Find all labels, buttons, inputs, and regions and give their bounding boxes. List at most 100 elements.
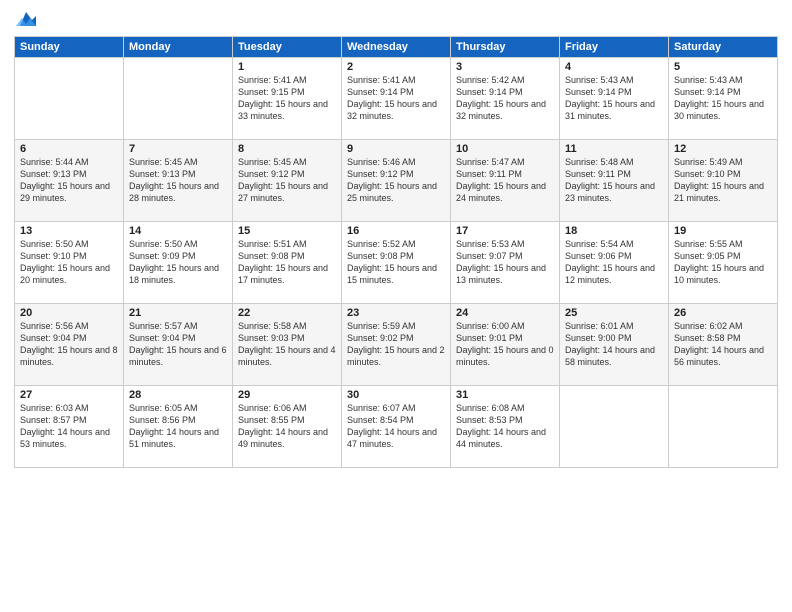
cell-content: Sunrise: 5:49 AM Sunset: 9:10 PM Dayligh… — [674, 156, 772, 205]
calendar-table: SundayMondayTuesdayWednesdayThursdayFrid… — [14, 36, 778, 468]
cell-content: Sunrise: 5:41 AM Sunset: 9:14 PM Dayligh… — [347, 74, 445, 123]
weekday-header-tuesday: Tuesday — [233, 37, 342, 58]
cell-content: Sunrise: 6:00 AM Sunset: 9:01 PM Dayligh… — [456, 320, 554, 369]
day-number: 22 — [238, 307, 336, 319]
day-number: 31 — [456, 389, 554, 401]
cell-content: Sunrise: 5:52 AM Sunset: 9:08 PM Dayligh… — [347, 238, 445, 287]
cell-content: Sunrise: 5:46 AM Sunset: 9:12 PM Dayligh… — [347, 156, 445, 205]
day-number: 7 — [129, 143, 227, 155]
day-number: 16 — [347, 225, 445, 237]
logo-icon — [16, 10, 36, 28]
calendar-cell: 14Sunrise: 5:50 AM Sunset: 9:09 PM Dayli… — [124, 222, 233, 304]
day-number: 12 — [674, 143, 772, 155]
calendar-cell: 8Sunrise: 5:45 AM Sunset: 9:12 PM Daylig… — [233, 140, 342, 222]
day-number: 5 — [674, 61, 772, 73]
day-number: 20 — [20, 307, 118, 319]
calendar-cell: 5Sunrise: 5:43 AM Sunset: 9:14 PM Daylig… — [669, 58, 778, 140]
cell-content: Sunrise: 5:51 AM Sunset: 9:08 PM Dayligh… — [238, 238, 336, 287]
day-number: 21 — [129, 307, 227, 319]
calendar-cell: 16Sunrise: 5:52 AM Sunset: 9:08 PM Dayli… — [342, 222, 451, 304]
week-row-4: 20Sunrise: 5:56 AM Sunset: 9:04 PM Dayli… — [15, 304, 778, 386]
calendar-cell: 27Sunrise: 6:03 AM Sunset: 8:57 PM Dayli… — [15, 386, 124, 468]
calendar-cell: 22Sunrise: 5:58 AM Sunset: 9:03 PM Dayli… — [233, 304, 342, 386]
calendar-cell: 24Sunrise: 6:00 AM Sunset: 9:01 PM Dayli… — [451, 304, 560, 386]
day-number: 17 — [456, 225, 554, 237]
calendar-cell: 30Sunrise: 6:07 AM Sunset: 8:54 PM Dayli… — [342, 386, 451, 468]
cell-content: Sunrise: 5:47 AM Sunset: 9:11 PM Dayligh… — [456, 156, 554, 205]
calendar-cell: 31Sunrise: 6:08 AM Sunset: 8:53 PM Dayli… — [451, 386, 560, 468]
calendar-cell: 19Sunrise: 5:55 AM Sunset: 9:05 PM Dayli… — [669, 222, 778, 304]
cell-content: Sunrise: 5:55 AM Sunset: 9:05 PM Dayligh… — [674, 238, 772, 287]
day-number: 28 — [129, 389, 227, 401]
day-number: 19 — [674, 225, 772, 237]
day-number: 29 — [238, 389, 336, 401]
day-number: 14 — [129, 225, 227, 237]
calendar-cell — [124, 58, 233, 140]
calendar-cell: 29Sunrise: 6:06 AM Sunset: 8:55 PM Dayli… — [233, 386, 342, 468]
weekday-header-row: SundayMondayTuesdayWednesdayThursdayFrid… — [15, 37, 778, 58]
cell-content: Sunrise: 5:59 AM Sunset: 9:02 PM Dayligh… — [347, 320, 445, 369]
calendar-cell: 1Sunrise: 5:41 AM Sunset: 9:15 PM Daylig… — [233, 58, 342, 140]
cell-content: Sunrise: 5:48 AM Sunset: 9:11 PM Dayligh… — [565, 156, 663, 205]
day-number: 3 — [456, 61, 554, 73]
weekday-header-friday: Friday — [560, 37, 669, 58]
day-number: 18 — [565, 225, 663, 237]
weekday-header-thursday: Thursday — [451, 37, 560, 58]
cell-content: Sunrise: 5:42 AM Sunset: 9:14 PM Dayligh… — [456, 74, 554, 123]
cell-content: Sunrise: 5:41 AM Sunset: 9:15 PM Dayligh… — [238, 74, 336, 123]
cell-content: Sunrise: 5:43 AM Sunset: 9:14 PM Dayligh… — [674, 74, 772, 123]
calendar-cell: 18Sunrise: 5:54 AM Sunset: 9:06 PM Dayli… — [560, 222, 669, 304]
calendar-cell: 20Sunrise: 5:56 AM Sunset: 9:04 PM Dayli… — [15, 304, 124, 386]
cell-content: Sunrise: 6:03 AM Sunset: 8:57 PM Dayligh… — [20, 402, 118, 451]
day-number: 10 — [456, 143, 554, 155]
cell-content: Sunrise: 5:44 AM Sunset: 9:13 PM Dayligh… — [20, 156, 118, 205]
cell-content: Sunrise: 5:43 AM Sunset: 9:14 PM Dayligh… — [565, 74, 663, 123]
cell-content: Sunrise: 5:56 AM Sunset: 9:04 PM Dayligh… — [20, 320, 118, 369]
weekday-header-saturday: Saturday — [669, 37, 778, 58]
calendar-cell: 11Sunrise: 5:48 AM Sunset: 9:11 PM Dayli… — [560, 140, 669, 222]
calendar-cell: 15Sunrise: 5:51 AM Sunset: 9:08 PM Dayli… — [233, 222, 342, 304]
calendar-cell: 7Sunrise: 5:45 AM Sunset: 9:13 PM Daylig… — [124, 140, 233, 222]
cell-content: Sunrise: 5:54 AM Sunset: 9:06 PM Dayligh… — [565, 238, 663, 287]
day-number: 4 — [565, 61, 663, 73]
calendar-cell — [669, 386, 778, 468]
header — [14, 10, 778, 28]
calendar-cell — [560, 386, 669, 468]
day-number: 11 — [565, 143, 663, 155]
calendar-cell: 25Sunrise: 6:01 AM Sunset: 9:00 PM Dayli… — [560, 304, 669, 386]
page-container: SundayMondayTuesdayWednesdayThursdayFrid… — [0, 0, 792, 612]
calendar-cell: 26Sunrise: 6:02 AM Sunset: 8:58 PM Dayli… — [669, 304, 778, 386]
calendar-cell: 4Sunrise: 5:43 AM Sunset: 9:14 PM Daylig… — [560, 58, 669, 140]
calendar-cell: 17Sunrise: 5:53 AM Sunset: 9:07 PM Dayli… — [451, 222, 560, 304]
day-number: 1 — [238, 61, 336, 73]
calendar-cell: 9Sunrise: 5:46 AM Sunset: 9:12 PM Daylig… — [342, 140, 451, 222]
calendar-cell — [15, 58, 124, 140]
weekday-header-sunday: Sunday — [15, 37, 124, 58]
cell-content: Sunrise: 5:53 AM Sunset: 9:07 PM Dayligh… — [456, 238, 554, 287]
day-number: 25 — [565, 307, 663, 319]
logo — [14, 10, 36, 28]
day-number: 23 — [347, 307, 445, 319]
week-row-2: 6Sunrise: 5:44 AM Sunset: 9:13 PM Daylig… — [15, 140, 778, 222]
day-number: 13 — [20, 225, 118, 237]
calendar-cell: 12Sunrise: 5:49 AM Sunset: 9:10 PM Dayli… — [669, 140, 778, 222]
cell-content: Sunrise: 6:05 AM Sunset: 8:56 PM Dayligh… — [129, 402, 227, 451]
day-number: 30 — [347, 389, 445, 401]
calendar-cell: 21Sunrise: 5:57 AM Sunset: 9:04 PM Dayli… — [124, 304, 233, 386]
day-number: 24 — [456, 307, 554, 319]
calendar-cell: 13Sunrise: 5:50 AM Sunset: 9:10 PM Dayli… — [15, 222, 124, 304]
day-number: 26 — [674, 307, 772, 319]
day-number: 8 — [238, 143, 336, 155]
cell-content: Sunrise: 6:06 AM Sunset: 8:55 PM Dayligh… — [238, 402, 336, 451]
weekday-header-wednesday: Wednesday — [342, 37, 451, 58]
cell-content: Sunrise: 6:02 AM Sunset: 8:58 PM Dayligh… — [674, 320, 772, 369]
cell-content: Sunrise: 6:07 AM Sunset: 8:54 PM Dayligh… — [347, 402, 445, 451]
calendar-cell: 3Sunrise: 5:42 AM Sunset: 9:14 PM Daylig… — [451, 58, 560, 140]
cell-content: Sunrise: 6:08 AM Sunset: 8:53 PM Dayligh… — [456, 402, 554, 451]
weekday-header-monday: Monday — [124, 37, 233, 58]
cell-content: Sunrise: 5:45 AM Sunset: 9:12 PM Dayligh… — [238, 156, 336, 205]
cell-content: Sunrise: 5:45 AM Sunset: 9:13 PM Dayligh… — [129, 156, 227, 205]
day-number: 9 — [347, 143, 445, 155]
day-number: 2 — [347, 61, 445, 73]
day-number: 27 — [20, 389, 118, 401]
